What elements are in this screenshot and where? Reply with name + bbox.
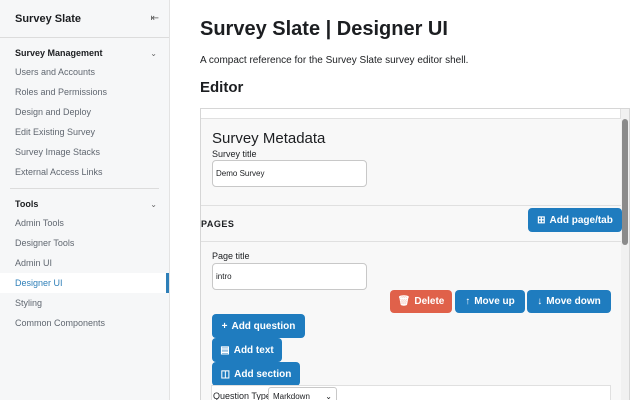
move-up-button[interactable]: ↑ Move up [455,290,525,313]
sidebar-item-admin-ui[interactable]: Admin UI [0,253,169,273]
page-intro: A compact reference for the Survey Slate… [200,55,469,66]
document-icon: ▤ [220,344,230,356]
sidebar-group-header[interactable]: Tools ⌄ [0,195,169,213]
sidebar-item-survey-image-stacks[interactable]: Survey Image Stacks [0,142,169,162]
collapse-sidebar-icon[interactable]: ⇤ [151,13,159,24]
sidebar-item-edit-existing-survey[interactable]: Edit Existing Survey [0,122,169,142]
sidebar-group-survey-management: Survey Management ⌄ Users and Accounts R… [0,38,169,182]
add-section-button-label: Add section [234,368,292,380]
sidebar-group-title: Tools [15,199,39,209]
editor-panel: Survey Metadata Survey title Demo Survey… [200,108,630,400]
sidebar-item-roles-and-permissions[interactable]: Roles and Permissions [0,82,169,102]
plus-square-icon: ⊞ [537,214,546,226]
trash-icon: 🗑 [397,296,411,307]
add-section-button[interactable]: ◫ Add section [212,362,300,386]
arrow-down-icon: ↓ [537,296,543,307]
chevron-down-icon: ⌄ [150,48,157,58]
arrow-up-icon: ↑ [465,296,471,307]
add-page-button-label: Add page/tab [549,214,613,226]
sidebar-item-design-and-deploy[interactable]: Design and Deploy [0,102,169,122]
survey-metadata-section: Survey Metadata Survey title Demo Survey [201,118,621,206]
chevron-down-icon: ⌄ [150,199,157,209]
delete-page-button[interactable]: 🗑 Delete [390,290,452,313]
sidebar: Survey Slate ⇤ Survey Management ⌄ Users… [0,0,170,400]
sidebar-title[interactable]: Survey Slate [15,13,81,25]
section-title: Editor [200,79,244,96]
sidebar-item-users-and-accounts[interactable]: Users and Accounts [0,62,169,82]
sidebar-group-header[interactable]: Survey Management ⌄ [0,44,169,62]
sidebar-group-tools: Tools ⌄ Admin Tools Designer Tools Admin… [0,193,169,333]
sidebar-item-designer-ui[interactable]: Designer UI [0,273,169,293]
page-title-input[interactable]: intro [212,263,367,290]
survey-metadata-title: Survey Metadata [212,130,326,147]
add-text-button[interactable]: ▤ Add text [212,338,282,362]
columns-icon: ◫ [220,368,231,380]
survey-title-label: Survey title [212,149,257,159]
sidebar-item-admin-tools[interactable]: Admin Tools [0,213,169,233]
page-card: Page title intro 🗑 Delete ↑ Move up ↓ Mo… [201,242,621,400]
move-down-button-label: Move down [546,296,601,307]
move-down-button[interactable]: ↓ Move down [527,290,611,313]
scrollbar-thumb[interactable] [622,119,628,245]
question-type-select[interactable]: Markdown ⌄ [268,387,337,400]
pages-label: PAGES [201,219,235,229]
add-question-button[interactable]: + Add question [212,314,305,338]
add-page-button[interactable]: ⊞ Add page/tab [528,208,622,232]
main-content: Survey Slate | Designer UI A compact ref… [200,0,640,400]
question-card: Question Type Markdown ⌄ [211,385,611,400]
question-type-value: Markdown [273,391,310,400]
sidebar-item-external-access-links[interactable]: External Access Links [0,162,169,182]
survey-title-input[interactable]: Demo Survey [212,160,367,187]
question-type-label: Question Type [213,391,271,400]
page-title: Survey Slate | Designer UI [200,18,448,40]
pages-bar: PAGES ⊞ Add page/tab [201,206,622,242]
sidebar-group-title: Survey Management [15,48,103,58]
plus-icon: + [221,320,228,332]
sidebar-header: Survey Slate ⇤ [0,0,169,38]
sidebar-item-styling[interactable]: Styling [0,293,169,313]
sidebar-item-designer-tools[interactable]: Designer Tools [0,233,169,253]
move-up-button-label: Move up [474,296,515,307]
page-title-label: Page title [212,251,250,261]
add-text-button-label: Add text [233,344,274,356]
editor-scrollbar[interactable] [620,109,629,400]
sidebar-divider [10,188,159,189]
add-question-button-label: Add question [231,320,296,332]
chevron-down-icon: ⌄ [325,391,332,400]
delete-button-label: Delete [414,296,445,307]
sidebar-item-common-components[interactable]: Common Components [0,313,169,333]
